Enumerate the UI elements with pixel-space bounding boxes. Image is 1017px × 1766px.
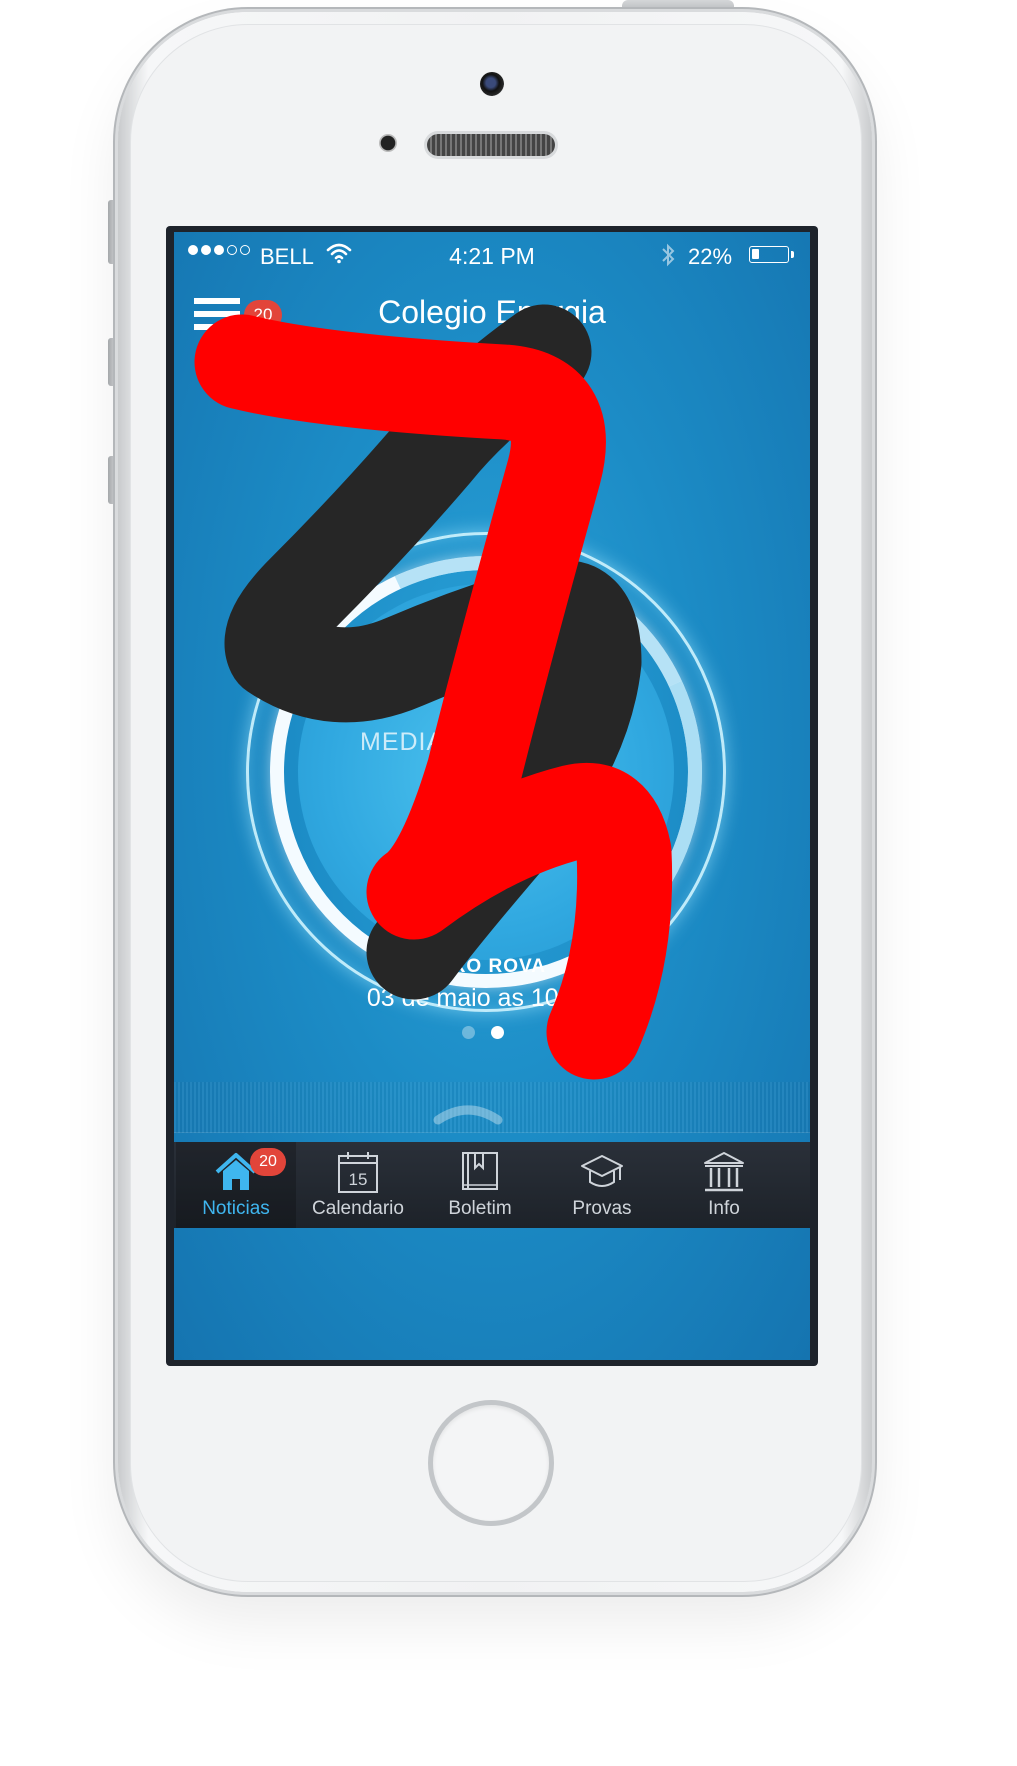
page-dot-2[interactable] <box>491 1026 504 1039</box>
proximity-sensor <box>379 134 397 152</box>
page-dot-1[interactable] <box>462 1026 475 1039</box>
volume-down-button <box>108 456 118 504</box>
book-icon <box>462 1152 498 1190</box>
battery-tip <box>791 251 794 258</box>
tab-calendario[interactable]: 15 Calendario <box>298 1142 418 1228</box>
tab-noticias[interactable]: 20 Noticias <box>176 1142 296 1228</box>
calendar-day: 15 <box>349 1170 368 1189</box>
building-icon <box>704 1152 744 1192</box>
app-screen: BELL 4:21 PM 22% 20 Colegio Energia MEDI… <box>174 232 810 1360</box>
tab-bar: 20 Noticias 15 Calendario Boletim Provas… <box>174 1142 810 1228</box>
grade-ring-center[interactable] <box>298 584 674 960</box>
tab-info-label: Info <box>708 1198 740 1219</box>
front-camera <box>480 72 504 96</box>
next-exam-date-line: 03 de maio as 10hs, H <box>174 984 810 1013</box>
battery-icon <box>749 246 789 263</box>
earpiece-speaker <box>427 134 555 156</box>
home-button[interactable] <box>428 1400 554 1526</box>
volume-up-button <box>108 338 118 386</box>
tab-noticias-badge: 20 <box>250 1148 286 1176</box>
next-exam-title: PRO ROVA <box>438 956 546 977</box>
app-title: Colegio Energia <box>378 294 606 330</box>
graduation-cap-icon <box>581 1155 623 1187</box>
battery-level <box>752 249 759 259</box>
mute-switch <box>108 200 118 264</box>
average-label: MEDIA <box>360 728 445 756</box>
page-indicator[interactable] <box>462 1026 504 1039</box>
power-button <box>622 0 734 12</box>
bluetooth-icon <box>662 243 675 267</box>
tab-boletim-label: Boletim <box>448 1198 512 1219</box>
tab-info[interactable]: Info <box>664 1142 784 1228</box>
tab-boletim[interactable]: Boletim <box>420 1142 540 1228</box>
battery-percent: 22% <box>688 244 733 269</box>
next-exam-subject: H <box>599 984 618 1012</box>
tab-provas[interactable]: Provas <box>542 1142 662 1228</box>
calendar-icon: 15 <box>338 1152 378 1193</box>
chevron-up-icon[interactable] <box>432 1098 504 1128</box>
next-exam-date: 03 de maio as 10hs, <box>366 984 593 1012</box>
status-bar: BELL 4:21 PM 22% <box>174 232 810 280</box>
tab-noticias-label: Noticias <box>202 1198 270 1219</box>
tab-calendario-label: Calendario <box>312 1198 404 1219</box>
tab-provas-label: Provas <box>572 1198 632 1219</box>
